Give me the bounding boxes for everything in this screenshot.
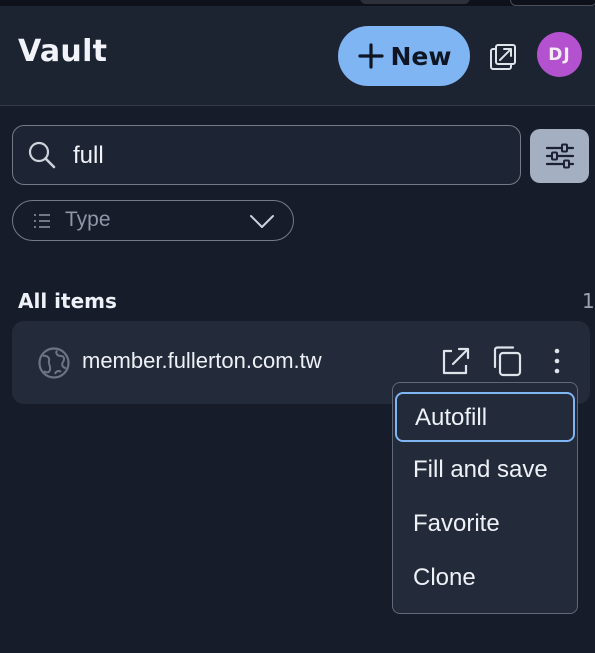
- section-title: All items: [18, 289, 117, 313]
- new-button-label: New: [390, 41, 452, 71]
- page-title: Vault: [18, 34, 108, 69]
- chevron-down-icon: [250, 215, 274, 228]
- type-filter-label: Type: [65, 208, 111, 231]
- popout-icon[interactable]: [488, 42, 518, 72]
- launch-icon[interactable]: [438, 343, 474, 379]
- filter-toggle-button[interactable]: [530, 129, 589, 183]
- item-count: 1: [582, 289, 595, 313]
- more-options-icon[interactable]: [539, 343, 575, 379]
- globe-icon: [38, 347, 70, 379]
- list-icon: [34, 214, 50, 228]
- new-item-button[interactable]: New: [338, 26, 470, 86]
- item-name: member.fullerton.com.tw: [82, 348, 322, 373]
- menu-item-autofill[interactable]: Autofill: [395, 392, 575, 442]
- item-options-menu: Autofill Fill and save Favorite Clone: [392, 382, 578, 614]
- search-input[interactable]: [71, 134, 505, 178]
- copy-icon[interactable]: [489, 343, 525, 379]
- type-filter-select[interactable]: Type: [12, 200, 294, 241]
- header: Vault New DJ: [0, 6, 595, 106]
- sliders-icon: [545, 143, 574, 169]
- search-icon: [28, 141, 56, 169]
- browser-tab-edge: [360, 0, 470, 4]
- menu-item-fill-and-save[interactable]: Fill and save: [393, 444, 577, 496]
- menu-item-clone[interactable]: Clone: [393, 552, 577, 604]
- search-box: [12, 125, 521, 185]
- avatar[interactable]: DJ: [537, 32, 582, 77]
- plus-icon: [357, 43, 384, 69]
- menu-item-favorite[interactable]: Favorite: [393, 498, 577, 550]
